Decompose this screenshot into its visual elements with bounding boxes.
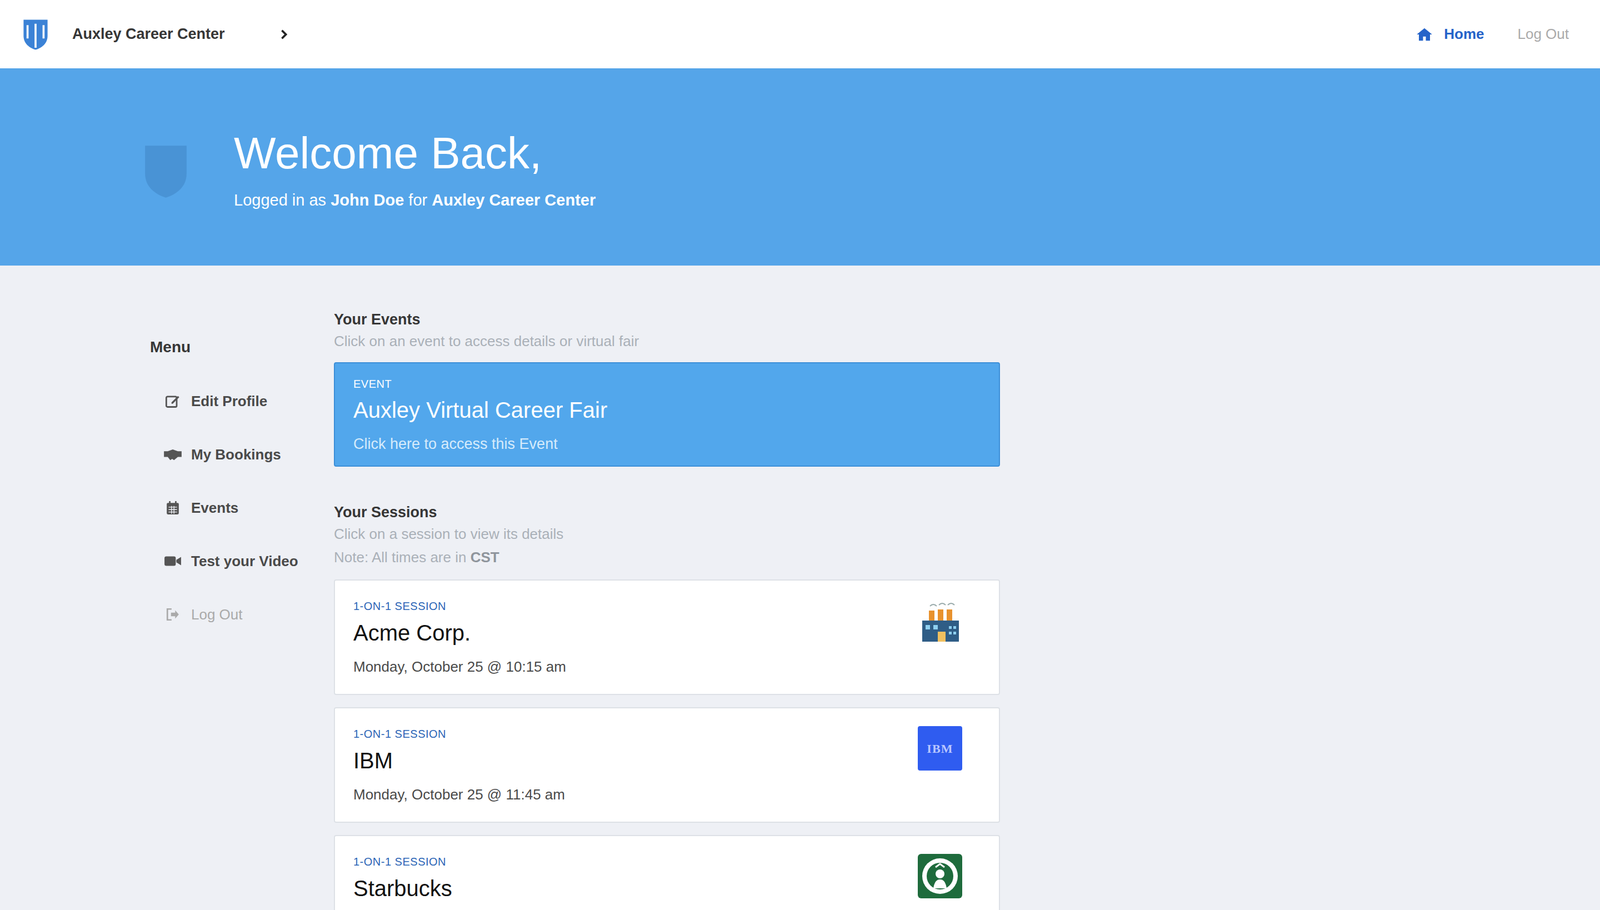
session-card[interactable]: 1-ON-1 SESSION Acme Corp. Monday, October … <box>333 579 1000 695</box>
starbucks-logo-icon <box>917 853 963 899</box>
home-icon <box>1416 26 1433 43</box>
menu-list: Edit Profile My Bookings Events Test your V… <box>150 374 334 642</box>
menu-label[interactable]: Test your Video <box>191 550 299 573</box>
nav-link[interactable]: Log Out <box>1517 23 1569 45</box>
menu-label[interactable]: Events <box>191 497 239 519</box>
menu-heading: Menu <box>150 336 334 359</box>
shield-logo-icon <box>22 18 49 51</box>
shield-watermark-icon <box>142 143 189 199</box>
calendar-icon <box>163 500 183 515</box>
video-icon <box>163 555 183 568</box>
session-info: 1-ON-1 SESSION IBM Monday, October 25 @ 11… <box>353 727 918 804</box>
menu-label[interactable]: My Bookings <box>191 443 282 466</box>
company-name[interactable]: IBM <box>353 747 918 774</box>
menu-item[interactable]: Test your Video <box>150 534 334 588</box>
session-tag: 1-ON-1 SESSION <box>353 855 918 868</box>
session-card[interactable]: 1-ON-1 SESSION Starbucks <box>333 835 1000 910</box>
session-info: 1-ON-1 SESSION Acme Corp. Monday, October … <box>353 600 918 676</box>
session-info: 1-ON-1 SESSION Starbucks <box>353 855 918 902</box>
menu-item[interactable]: Edit Profile <box>150 374 334 428</box>
session-time: Monday, October 25 @ 10:15 am <box>353 657 918 676</box>
note-zone: CST <box>470 548 500 566</box>
login-middle: for <box>403 191 432 209</box>
session-tag: 1-ON-1 SESSION <box>353 727 918 740</box>
session-card[interactable]: 1-ON-1 SESSION IBM Monday, October 25 @ 11… <box>333 707 1000 823</box>
menu-item[interactable]: My Bookings <box>150 427 334 482</box>
section-heading: Your Sessions <box>333 502 1000 523</box>
brand-name[interactable]: Auxley Career Center <box>72 22 225 46</box>
welcome-title: Welcome Back, <box>233 126 596 180</box>
login-line: Logged in as John Doe for Auxley Career … <box>233 190 596 210</box>
session-tag: 1-ON-1 SESSION <box>353 600 918 613</box>
user-name: John Doe <box>330 191 404 209</box>
session-time: Monday, October 25 @ 11:45 am <box>353 785 918 804</box>
section-heading: Your Events <box>333 309 1000 330</box>
event-card[interactable]: EVENT Auxley Virtual Career Fair Click her… <box>333 362 1000 467</box>
menu-label[interactable]: Log Out <box>191 603 243 626</box>
welcome-banner: Welcome Back, Logged in as John Doe for A… <box>0 68 1600 266</box>
edit-icon <box>163 393 183 409</box>
sidebar-menu: Menu Edit Profile My Bookings Events Test yo… <box>0 265 334 910</box>
menu-item[interactable]: Events <box>150 481 334 535</box>
menu-item[interactable]: Log Out <box>150 587 334 642</box>
event-tag: EVENT <box>353 377 981 390</box>
nav-label[interactable]: Log Out <box>1517 23 1569 45</box>
section-subtitle: Click on a session to view its details <box>333 523 1000 544</box>
note-prefix: Note: All times are in <box>333 548 471 566</box>
timezone-note: Note: All times are in CST <box>333 547 1000 568</box>
factory-logo-icon <box>917 598 963 643</box>
logout-icon <box>163 607 183 622</box>
company-name[interactable]: Starbucks <box>353 875 918 902</box>
ibm-logo-icon: IBM <box>917 726 963 771</box>
logo-text: IBM <box>926 739 953 758</box>
menu-label[interactable]: Edit Profile <box>191 390 268 413</box>
bookings-icon <box>163 447 183 462</box>
top-bar: Auxley Career Center Home Log Out <box>0 0 1600 69</box>
event-action[interactable]: Click here to access this Event <box>353 435 981 453</box>
nav-link[interactable]: Home <box>1416 23 1484 45</box>
event-title[interactable]: Auxley Virtual Career Fair <box>353 396 981 424</box>
company-name[interactable]: Acme Corp. <box>353 619 918 647</box>
org-name: Auxley Career Center <box>431 191 596 209</box>
chevron-right-icon <box>280 28 288 40</box>
login-prefix: Logged in as <box>233 191 331 209</box>
nav-label[interactable]: Home <box>1443 23 1484 45</box>
section-subtitle: Click on an event to access details or v… <box>333 331 1000 352</box>
